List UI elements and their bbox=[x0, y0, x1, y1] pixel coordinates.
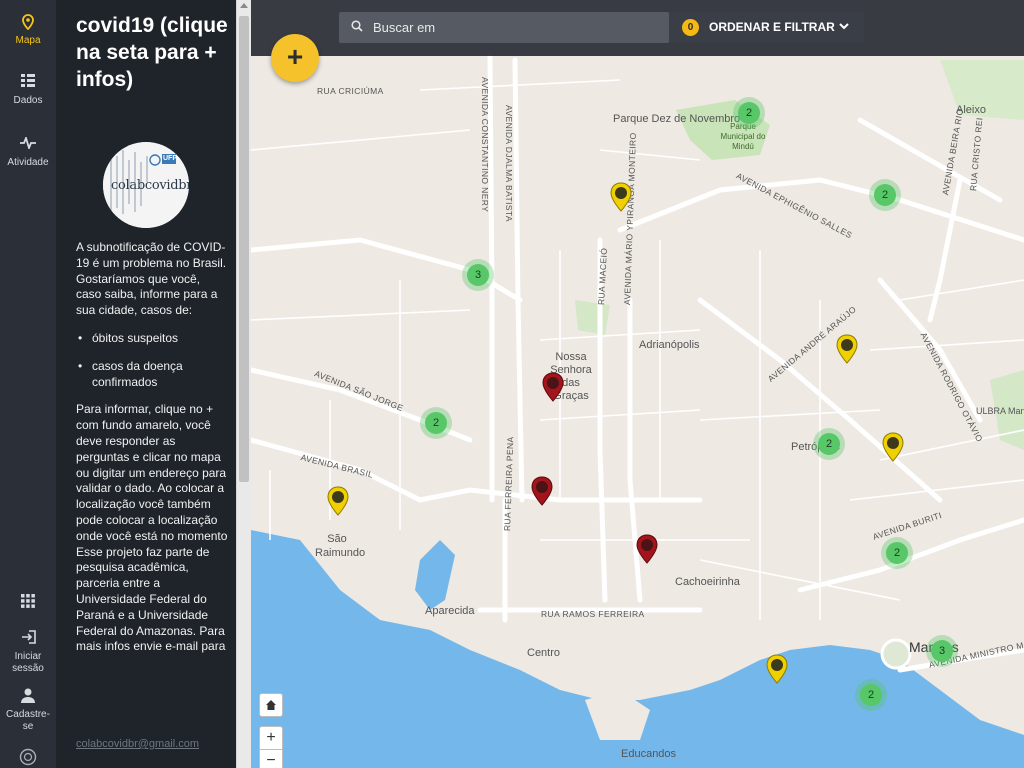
logo-text: colabcovidbr bbox=[111, 178, 189, 193]
road-label: RUA RAMOS FERREIRA bbox=[541, 609, 645, 619]
cluster-marker[interactable]: 2 bbox=[813, 428, 845, 460]
cluster-marker[interactable]: 3 bbox=[926, 635, 958, 667]
map-canvas[interactable]: Parque Dez de Novembro Aleixo Nossa Senh… bbox=[251, 0, 1024, 768]
cluster-marker[interactable]: 2 bbox=[855, 679, 887, 711]
cluster-marker[interactable]: 2 bbox=[733, 97, 765, 129]
cluster-count: 2 bbox=[738, 102, 760, 124]
nav-item-activity[interactable]: Atividade bbox=[0, 135, 56, 168]
sort-filter-button[interactable]: 0 ORDENAR E FILTRAR bbox=[669, 12, 864, 43]
cluster-count: 3 bbox=[931, 640, 953, 662]
red-pin-icon[interactable] bbox=[635, 534, 659, 566]
project-logo: UFPR colabcovidbr bbox=[103, 142, 189, 228]
place-label: Adrianópolis bbox=[639, 339, 700, 351]
case-list: óbitos suspeitos casos da doença confirm… bbox=[78, 331, 228, 390]
nav-item-map[interactable]: Mapa bbox=[0, 14, 56, 46]
yellow-pin-icon[interactable] bbox=[881, 432, 905, 464]
add-report-button[interactable]: + bbox=[271, 34, 319, 82]
location-pin-icon bbox=[0, 14, 56, 32]
email-link[interactable]: colabcovidbr@gmail.com bbox=[76, 738, 199, 750]
zoom-in-button[interactable]: + bbox=[259, 726, 283, 750]
yellow-pin-icon[interactable] bbox=[765, 654, 789, 686]
panel-title: covid19 (clique na seta para + infos) bbox=[76, 14, 228, 91]
login-button[interactable]: Iniciar sessão bbox=[0, 630, 56, 675]
cluster-marker[interactable]: 2 bbox=[420, 407, 452, 439]
search-placeholder: Buscar em bbox=[373, 20, 436, 35]
nav-item-data[interactable]: Dados bbox=[0, 74, 56, 106]
filter-label: ORDENAR E FILTRAR bbox=[709, 20, 835, 34]
scroll-thumb[interactable] bbox=[239, 16, 249, 482]
apps-grid-button[interactable] bbox=[0, 594, 56, 615]
red-pin-icon[interactable] bbox=[530, 476, 554, 508]
home-button[interactable] bbox=[259, 693, 283, 717]
panel-description: A subnotificação de COVID-19 é um proble… bbox=[76, 240, 228, 655]
list-item: óbitos suspeitos bbox=[78, 331, 228, 347]
list-item: casos da doença confirmados bbox=[78, 359, 228, 391]
nav-item-label: Atividade bbox=[7, 157, 49, 168]
cluster-marker[interactable]: 3 bbox=[462, 259, 494, 291]
search-icon bbox=[351, 12, 363, 43]
nav-item-label: Cadastre-se bbox=[6, 709, 50, 732]
search-input[interactable]: Buscar em bbox=[339, 12, 669, 43]
place-label: Aparecida bbox=[425, 605, 475, 617]
app-logo-small bbox=[0, 748, 56, 768]
nav-item-label: Iniciar sessão bbox=[12, 651, 44, 674]
place-label: Centro bbox=[527, 647, 561, 659]
cluster-count: 2 bbox=[860, 684, 882, 706]
pulse-icon bbox=[0, 135, 56, 154]
cluster-marker[interactable]: 2 bbox=[869, 179, 901, 211]
road-label: AVENIDA CONSTANTINO NERY bbox=[480, 77, 490, 213]
cluster-marker[interactable]: 2 bbox=[881, 537, 913, 569]
info-panel: covid19 (clique na seta para + infos) UF… bbox=[56, 0, 236, 768]
instructions-text: Para informar, clique no + com fundo ama… bbox=[76, 402, 228, 543]
project-text: Esse projeto faz parte de pesquisa acadê… bbox=[76, 544, 226, 654]
panel-scrollbar[interactable] bbox=[236, 0, 251, 768]
nav-item-label: Dados bbox=[13, 95, 43, 106]
place-label: Educandos bbox=[621, 748, 677, 760]
cluster-count: 2 bbox=[874, 184, 896, 206]
home-icon bbox=[266, 700, 276, 710]
signup-button[interactable]: Cadastre-se bbox=[0, 688, 56, 733]
user-icon bbox=[0, 688, 56, 706]
chevron-down-icon bbox=[839, 12, 849, 43]
cluster-count: 2 bbox=[886, 542, 908, 564]
nav-rail: Mapa Dados Atividade Iniciar sessão Cada… bbox=[0, 0, 56, 768]
logo-tag: UFPR bbox=[163, 155, 183, 162]
cluster-count: 2 bbox=[818, 433, 840, 455]
login-icon bbox=[0, 630, 56, 648]
zoom-out-button[interactable]: − bbox=[259, 749, 283, 768]
yellow-pin-icon[interactable] bbox=[609, 182, 633, 214]
intro-text: A subnotificação de COVID-19 é um proble… bbox=[76, 240, 227, 318]
globe-icon bbox=[0, 748, 56, 766]
road-label: RUA CRICIÚMA bbox=[317, 86, 384, 96]
cluster-count: 3 bbox=[467, 264, 489, 286]
yellow-pin-icon[interactable] bbox=[326, 486, 350, 518]
filter-count-badge: 0 bbox=[682, 19, 699, 36]
road-label: AVENIDA DJALMA BATISTA bbox=[504, 105, 514, 222]
nav-item-label: Mapa bbox=[15, 35, 41, 46]
red-pin-icon[interactable] bbox=[541, 372, 565, 404]
place-label: ULBRA Manaus bbox=[976, 406, 1024, 416]
list-icon bbox=[0, 74, 56, 92]
scroll-up-icon[interactable] bbox=[240, 3, 248, 8]
yellow-pin-icon[interactable] bbox=[835, 334, 859, 366]
place-label: São Raimundo bbox=[315, 533, 366, 559]
cluster-count: 2 bbox=[425, 412, 447, 434]
apps-grid-icon bbox=[0, 594, 56, 612]
place-label: Cachoeirinha bbox=[675, 576, 740, 588]
